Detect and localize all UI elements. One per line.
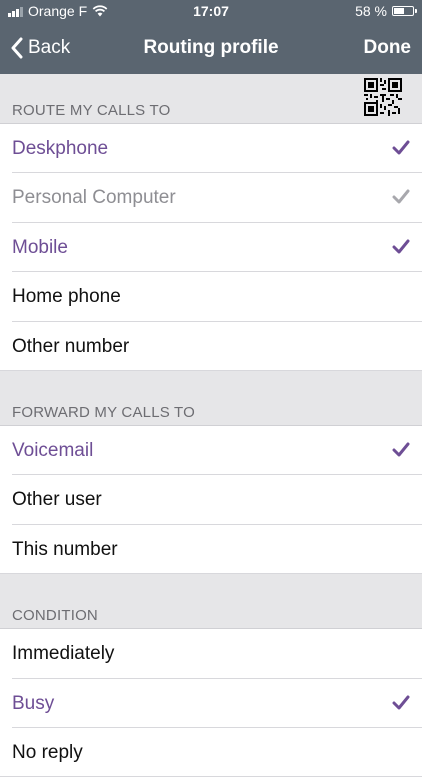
option-label: Mobile (12, 236, 68, 258)
status-right: 58 % (355, 3, 417, 19)
route-option-deskphone[interactable]: Deskphone (0, 124, 422, 174)
back-button[interactable]: Back (10, 22, 70, 74)
route-option-home-phone[interactable]: Home phone (0, 272, 422, 322)
forward-option-other-user[interactable]: Other user (0, 475, 422, 526)
option-label: Immediately (12, 643, 115, 665)
option-label: Home phone (12, 286, 121, 308)
battery-icon (392, 6, 417, 16)
option-label: Other number (12, 335, 130, 357)
option-label: Voicemail (12, 439, 94, 461)
checkmark-icon (392, 239, 410, 254)
route-list: Deskphone Personal Computer Mobile Home … (0, 124, 422, 372)
checkmark-icon (392, 442, 410, 457)
checkmark-icon (392, 189, 410, 204)
battery-percent: 58 % (355, 3, 387, 19)
route-option-mobile[interactable]: Mobile (0, 222, 422, 273)
forward-option-this-number[interactable]: This number (0, 524, 422, 575)
navigation-bar: Back Routing profile Done (0, 22, 422, 74)
route-option-other-number[interactable]: Other number (0, 321, 422, 372)
section-label-forward: FORWARD MY CALLS TO (12, 403, 196, 421)
option-label: Deskphone (12, 138, 109, 159)
section-label-condition: CONDITION (12, 607, 98, 625)
option-label: Other user (12, 489, 102, 511)
option-label: Personal Computer (12, 187, 176, 209)
condition-option-immediately[interactable]: Immediately (0, 629, 422, 679)
condition-list: Immediately Busy No reply (0, 629, 422, 777)
checkmark-icon (392, 695, 410, 710)
route-option-personal-computer: Personal Computer (0, 173, 422, 224)
option-label: This number (12, 538, 118, 560)
section-header-forward: FORWARD MY CALLS TO (0, 370, 422, 426)
forward-list: Voicemail Other user This number (0, 425, 422, 575)
back-label: Back (28, 37, 71, 58)
section-header-condition: CONDITION (0, 574, 422, 630)
condition-option-busy[interactable]: Busy (0, 678, 422, 729)
option-label: No reply (12, 741, 83, 763)
forward-option-voicemail[interactable]: Voicemail (0, 425, 422, 476)
qr-code-icon[interactable] (364, 78, 402, 116)
done-button[interactable]: Done (364, 22, 412, 74)
status-bar: Orange F 17:07 58 % (0, 0, 422, 22)
checkmark-icon (392, 140, 410, 155)
section-label-route: ROUTE MY CALLS TO (12, 102, 171, 119)
condition-option-no-reply[interactable]: No reply (0, 727, 422, 777)
chevron-left-icon (11, 37, 23, 59)
section-header-route: ROUTE MY CALLS TO (0, 74, 422, 124)
option-label: Busy (12, 692, 55, 714)
